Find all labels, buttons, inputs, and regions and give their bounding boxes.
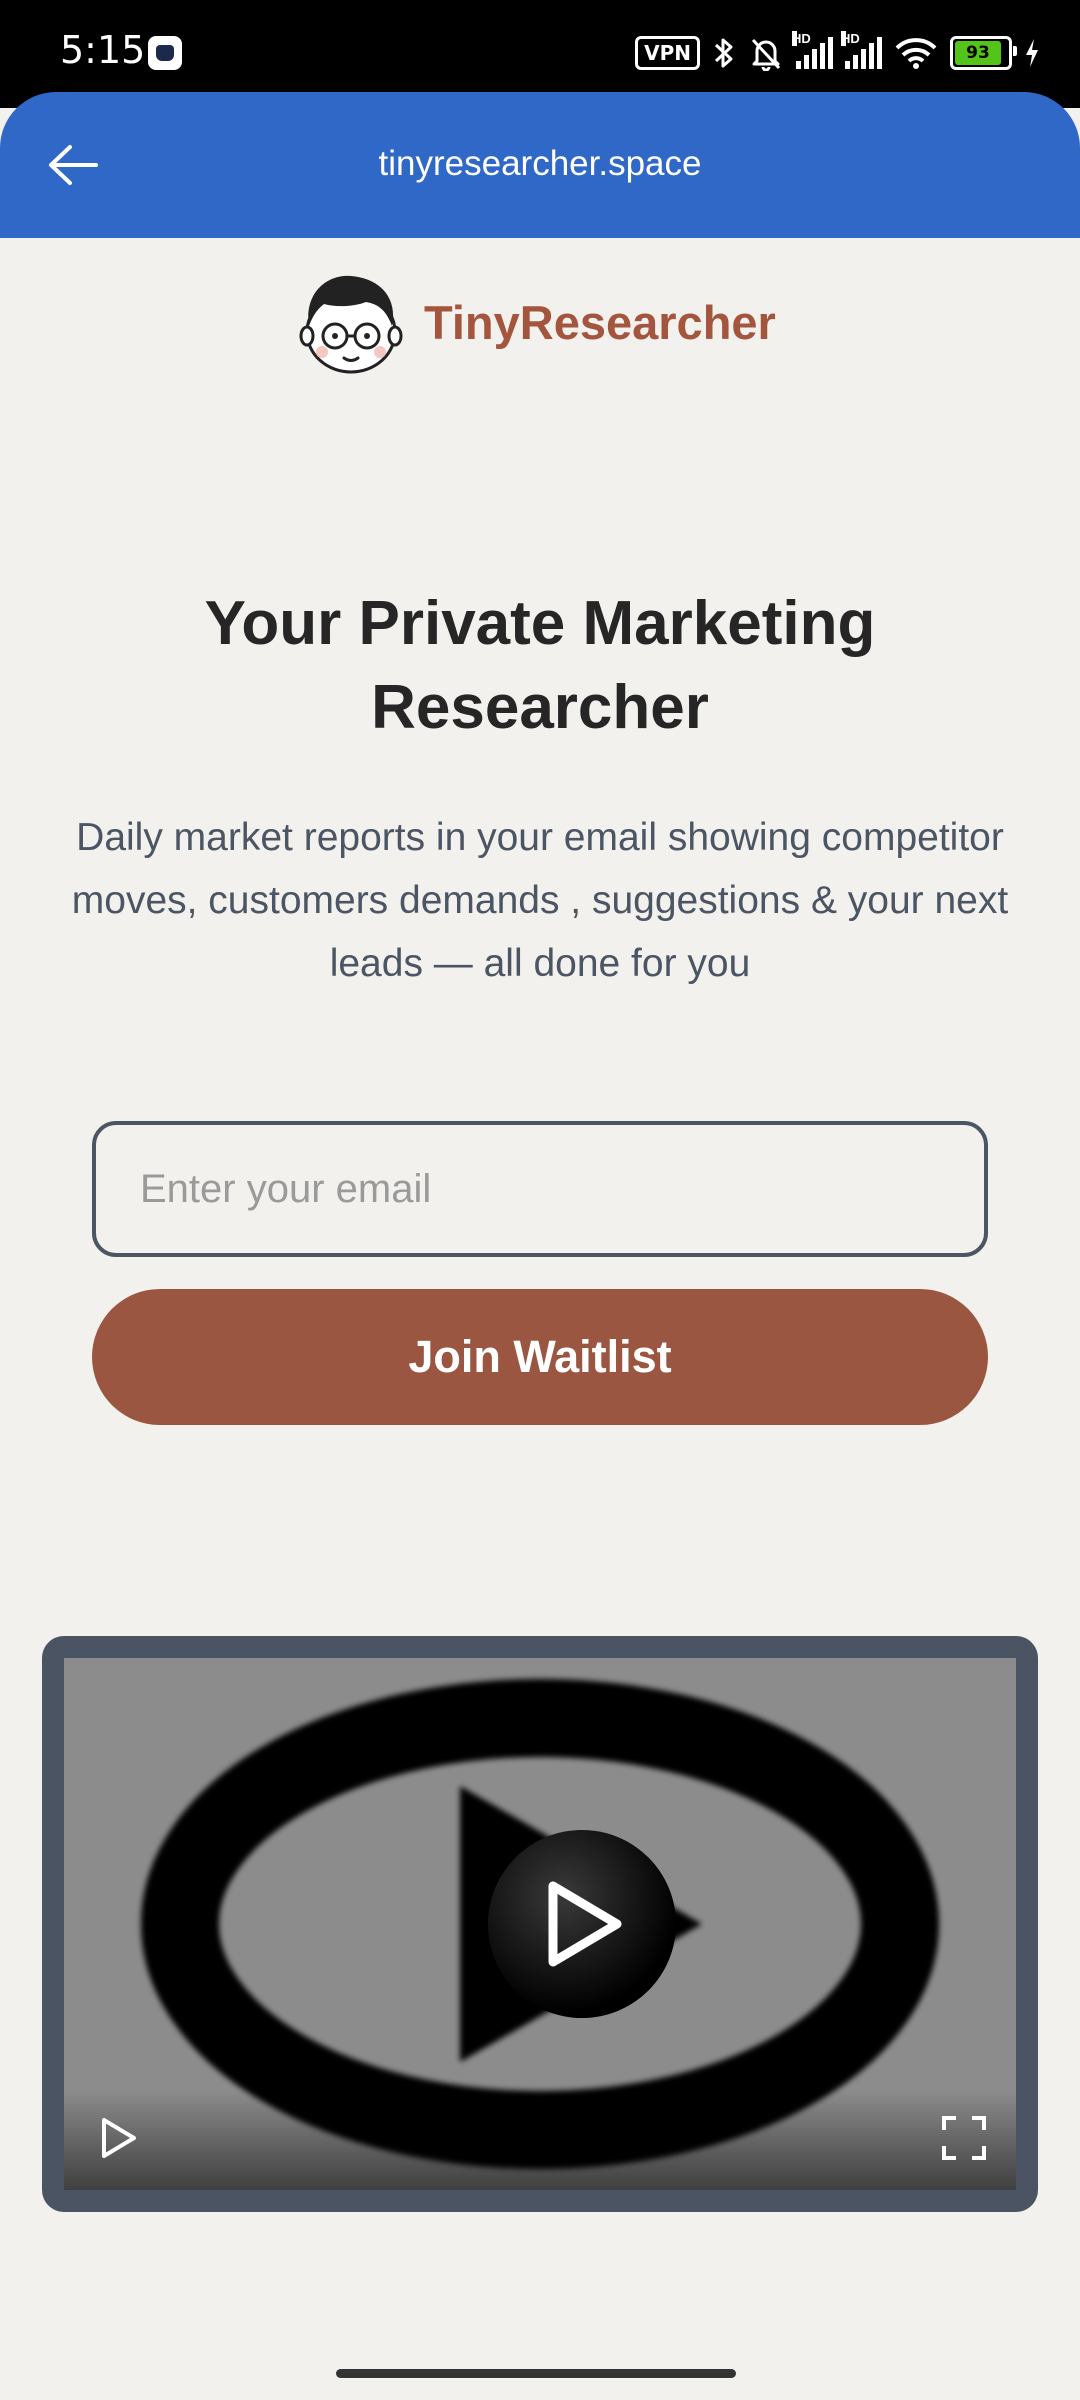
- bell-off-icon: [751, 38, 781, 71]
- battery-icon: 93: [950, 36, 1017, 70]
- video-frame[interactable]: [64, 1658, 1016, 2190]
- wifi-icon: [895, 38, 937, 69]
- home-indicator[interactable]: [336, 2369, 736, 2378]
- join-waitlist-button[interactable]: Join Waitlist: [92, 1289, 988, 1425]
- charging-icon: [1026, 39, 1038, 67]
- page-url-title: tinyresearcher.space: [378, 144, 702, 183]
- hero-subtitle: Daily market reports in your email showi…: [71, 816, 1009, 985]
- video-player: [42, 1636, 1038, 2212]
- brand-name: TinyResearcher: [424, 295, 776, 349]
- center-play-button[interactable]: [488, 1830, 676, 2018]
- researcher-avatar-icon: [299, 275, 403, 374]
- control-play-button[interactable]: [88, 2108, 148, 2168]
- vpn-icon: VPN: [635, 36, 700, 70]
- app-bar: tinyresearcher.space: [0, 92, 1080, 238]
- brand-header[interactable]: TinyResearcher: [296, 266, 776, 378]
- signal-icon: HD: [792, 31, 833, 69]
- status-time: 5:15: [60, 28, 146, 72]
- bluetooth-icon: [714, 38, 733, 68]
- play-icon: [102, 2118, 136, 2158]
- signal-icon-2: HD: [841, 31, 882, 69]
- app-notification-icon: [148, 36, 182, 70]
- hero-title: Your Private Marketing Researcher: [204, 589, 876, 742]
- status-icons: VPN HD HD 93: [635, 30, 1040, 76]
- fullscreen-icon: [942, 2116, 986, 2160]
- email-input[interactable]: [92, 1121, 988, 1257]
- fullscreen-button[interactable]: [934, 2108, 994, 2168]
- play-icon: [548, 1881, 622, 1967]
- video-controls-overlay: [64, 2090, 1016, 2190]
